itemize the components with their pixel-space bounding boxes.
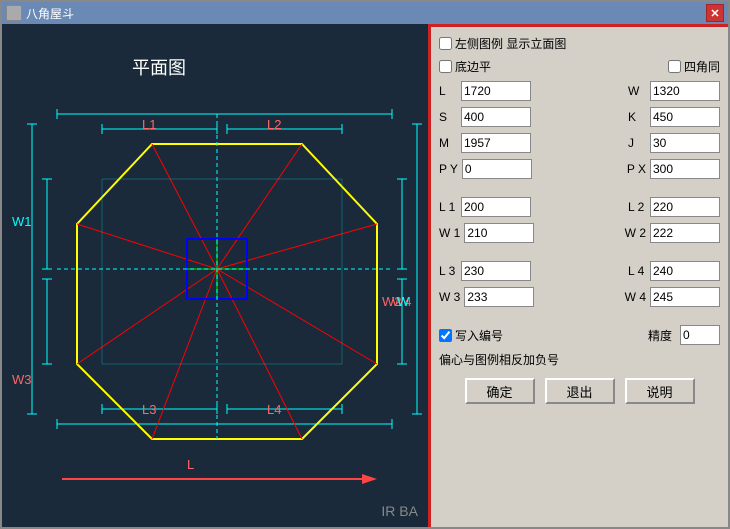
checkbox-four-label[interactable]: 四角同 xyxy=(668,58,720,75)
input-L1[interactable] xyxy=(461,197,531,217)
input-W1[interactable] xyxy=(464,223,534,243)
input-K[interactable] xyxy=(650,107,720,127)
main-window: 八角屋斗 ✕ 平面图 xyxy=(0,0,730,529)
cad-label-W1: W1 xyxy=(12,214,32,229)
panel-row-buttons: 确定 退出 说明 xyxy=(439,378,720,404)
exit-button[interactable]: 退出 xyxy=(545,378,615,404)
app-icon xyxy=(6,5,22,21)
checkbox-four[interactable] xyxy=(668,60,681,73)
label-W4: W 4 xyxy=(625,290,646,304)
cad-label-L1: L1 xyxy=(142,117,156,132)
panel-row-L3L4: L 3 L 4 xyxy=(439,261,720,281)
cad-svg xyxy=(2,24,428,484)
checkbox-bottom-label[interactable]: 底边平 xyxy=(439,58,491,75)
panel-row-PYPX: P Y P X xyxy=(439,159,720,179)
label-W: W xyxy=(628,84,646,98)
input-W3[interactable] xyxy=(464,287,534,307)
panel-row-L1L2: L 1 L 2 xyxy=(439,197,720,217)
cad-label-W: W xyxy=(397,294,409,309)
checkbox-left-text: 左侧图例 显示立面图 xyxy=(455,35,566,52)
label-J: J xyxy=(628,136,646,150)
input-W4[interactable] xyxy=(650,287,720,307)
precision-input[interactable] xyxy=(680,325,720,345)
help-button[interactable]: 说明 xyxy=(625,378,695,404)
precision-label: 精度 xyxy=(648,327,676,344)
input-L4[interactable] xyxy=(650,261,720,281)
label-L3: L 3 xyxy=(439,264,457,278)
label-K: K xyxy=(628,110,646,124)
offset-label: 偏心与图例相反加负号 xyxy=(439,351,559,368)
panel-row-MJ: M J xyxy=(439,133,720,153)
input-W2[interactable] xyxy=(650,223,720,243)
panel-row-2: 底边平 四角同 xyxy=(439,58,720,75)
checkbox-four-text: 四角同 xyxy=(684,58,720,75)
panel-row-1: 左侧图例 显示立面图 xyxy=(439,35,720,52)
label-W2: W 2 xyxy=(625,226,646,240)
cad-label-L2: L2 xyxy=(267,117,281,132)
checkbox-left[interactable] xyxy=(439,37,452,50)
cad-label-W3: W3 xyxy=(12,372,32,387)
label-W1: W 1 xyxy=(439,226,460,240)
panel-row-offset: 偏心与图例相反加负号 xyxy=(439,351,720,368)
checkbox-write-number-text: 写入编号 xyxy=(455,327,503,344)
panel-row-W1W2: W 1 W 2 xyxy=(439,223,720,243)
checkbox-bottom[interactable] xyxy=(439,60,452,73)
panel-row-numberprecision: 写入编号 精度 xyxy=(439,325,720,345)
titlebar: 八角屋斗 ✕ xyxy=(2,2,728,24)
input-L[interactable] xyxy=(461,81,531,101)
panel-row-LW: L W xyxy=(439,81,720,101)
label-W3: W 3 xyxy=(439,290,460,304)
label-S: S xyxy=(439,110,457,124)
input-J[interactable] xyxy=(650,133,720,153)
cad-label-L: L xyxy=(187,457,194,472)
label-L2: L 2 xyxy=(628,200,646,214)
input-PX[interactable] xyxy=(650,159,720,179)
watermark-label: IR BA xyxy=(381,503,418,519)
input-S[interactable] xyxy=(461,107,531,127)
label-L: L xyxy=(439,84,457,98)
cad-label-L4: L4 xyxy=(267,402,281,417)
label-M: M xyxy=(439,136,457,150)
cad-label-L3: L3 xyxy=(142,402,156,417)
checkbox-left-label[interactable]: 左侧图例 显示立面图 xyxy=(439,35,566,52)
label-PY: P Y xyxy=(439,162,458,176)
panel-row-SK: S K xyxy=(439,107,720,127)
ok-button[interactable]: 确定 xyxy=(465,378,535,404)
window-title: 八角屋斗 xyxy=(26,5,74,22)
cad-drawing-area: 平面图 xyxy=(2,24,428,527)
checkbox-write-number-label[interactable]: 写入编号 xyxy=(439,327,503,344)
close-button[interactable]: ✕ xyxy=(706,4,724,22)
panel-row-W3W4: W 3 W 4 xyxy=(439,287,720,307)
input-L2[interactable] xyxy=(650,197,720,217)
checkbox-write-number[interactable] xyxy=(439,329,452,342)
label-PX: P X xyxy=(627,162,646,176)
input-L3[interactable] xyxy=(461,261,531,281)
label-L4: L 4 xyxy=(628,264,646,278)
input-W[interactable] xyxy=(650,81,720,101)
control-panel: 左侧图例 显示立面图 底边平 四角同 L W xyxy=(428,24,728,527)
input-PY[interactable] xyxy=(462,159,532,179)
input-M[interactable] xyxy=(461,133,531,153)
checkbox-bottom-text: 底边平 xyxy=(455,58,491,75)
label-L1: L 1 xyxy=(439,200,457,214)
content-area: 平面图 xyxy=(2,24,728,527)
